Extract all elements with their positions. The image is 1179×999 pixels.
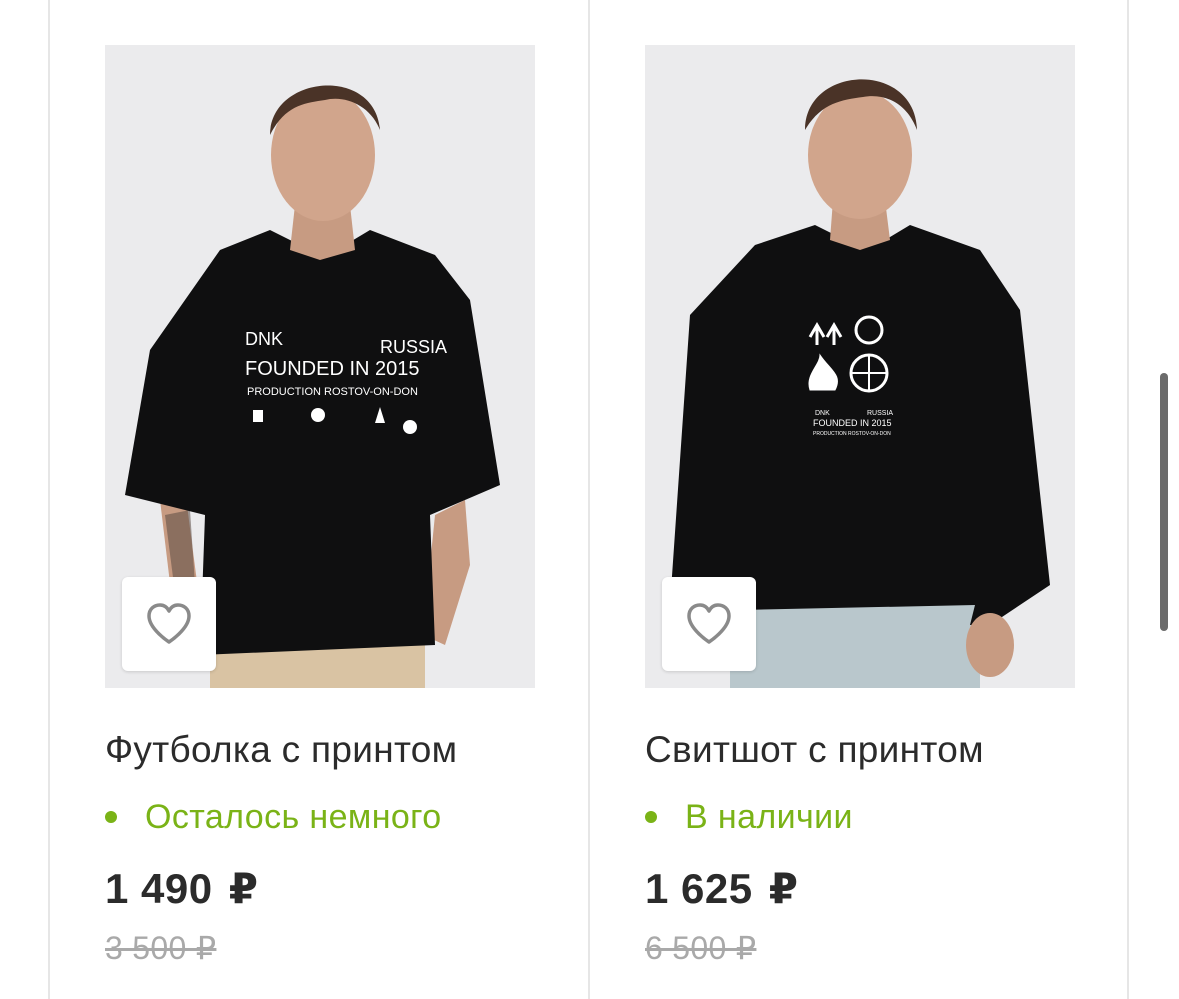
print-text: DNK <box>245 329 283 349</box>
price-value: 1 625 <box>645 865 753 912</box>
stock-status: Осталось немного <box>105 795 442 839</box>
stock-status: В наличии <box>645 795 853 839</box>
product-card[interactable]: DNK RUSSIA FOUNDED IN 2015 PRODUCTION RO… <box>50 0 586 999</box>
stock-indicator-dot <box>645 811 657 823</box>
stock-indicator-dot <box>105 811 117 823</box>
product-card[interactable]: DNK RUSSIA FOUNDED IN 2015 PRODUCTION RO… <box>590 0 1126 999</box>
heart-outline-icon <box>147 603 191 644</box>
current-price: 1 490 ₽ <box>105 864 259 913</box>
price-value: 1 490 <box>105 865 213 912</box>
product-grid: DNK RUSSIA FOUNDED IN 2015 PRODUCTION RO… <box>0 0 1179 999</box>
currency-symbol: ₽ <box>768 865 799 912</box>
card-divider <box>1127 0 1129 999</box>
stock-status-text: В наличии <box>685 797 853 836</box>
heart-outline-icon <box>687 603 731 644</box>
vertical-scrollbar[interactable] <box>1160 373 1168 631</box>
favorite-button[interactable] <box>662 577 756 671</box>
product-photo-sweatshirt[interactable]: DNK RUSSIA FOUNDED IN 2015 PRODUCTION RO… <box>645 45 1075 688</box>
old-price: 3 500 ₽ <box>105 930 217 966</box>
print-text: FOUNDED IN 2015 <box>245 358 420 380</box>
print-text: PRODUCTION ROSTOV-ON-DON <box>813 431 891 437</box>
product-title[interactable]: Футболка с принтом <box>105 729 457 771</box>
print-text: RUSSIA <box>380 337 447 357</box>
old-price: 6 500 ₽ <box>645 930 757 966</box>
stock-status-text: Осталось немного <box>145 797 442 836</box>
product-title[interactable]: Свитшот с принтом <box>645 729 984 771</box>
print-text: RUSSIA <box>867 410 893 417</box>
print-text: PRODUCTION ROSTOV-ON-DON <box>247 386 418 398</box>
favorite-button[interactable] <box>122 577 216 671</box>
product-photo-tshirt[interactable]: DNK RUSSIA FOUNDED IN 2015 PRODUCTION RO… <box>105 45 535 688</box>
print-text: DNK <box>815 410 830 417</box>
current-price: 1 625 ₽ <box>645 864 799 913</box>
currency-symbol: ₽ <box>228 865 259 912</box>
print-text: FOUNDED IN 2015 <box>813 418 892 428</box>
